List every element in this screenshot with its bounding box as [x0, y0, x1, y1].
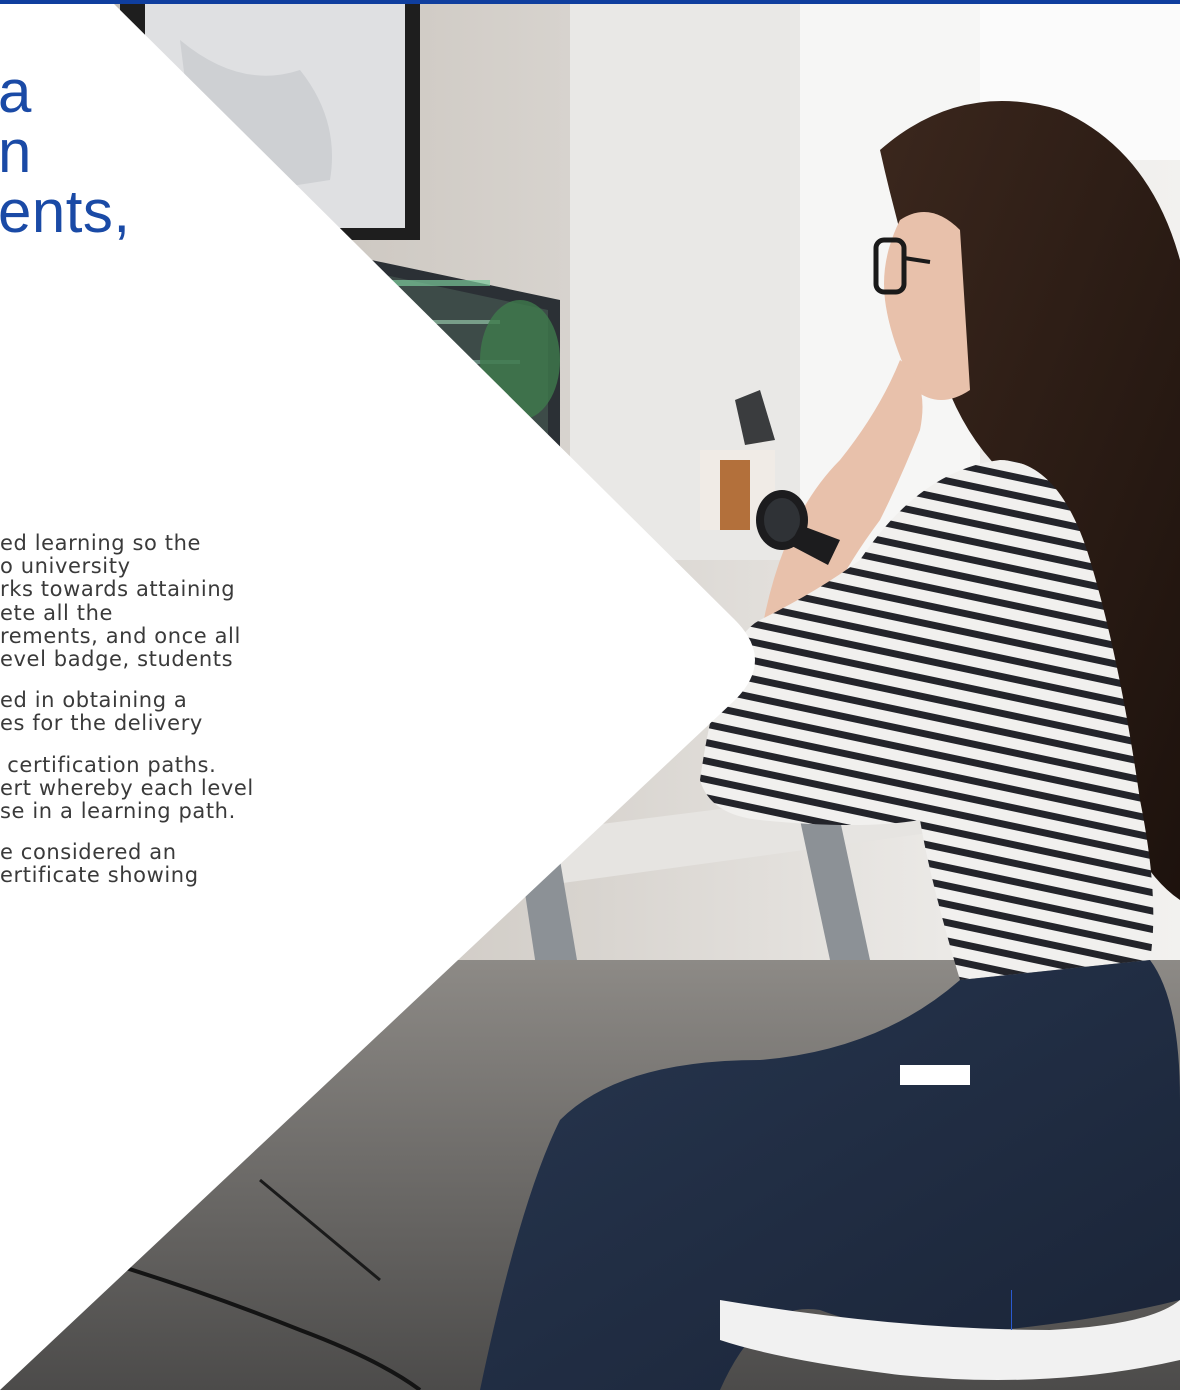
body-paragraph-2: ed in obtaining a es for the delivery [0, 688, 203, 736]
body-paragraph-4: e considered an ertificate showing [0, 840, 199, 888]
body-copy: ed learning so the o university rks towa… [0, 531, 300, 888]
body-paragraph-3: certification paths. ert whereby each le… [0, 752, 254, 824]
body-paragraph-1: ed learning so the o university rks towa… [0, 531, 241, 672]
divider-line [1011, 1290, 1012, 1330]
heading-line-1: a [0, 58, 32, 125]
heading-line-4: ents, [0, 178, 131, 245]
top-accent-bar [0, 0, 1180, 4]
heading-line-2: n [0, 118, 32, 185]
page-heading: a n ents, [0, 62, 131, 242]
